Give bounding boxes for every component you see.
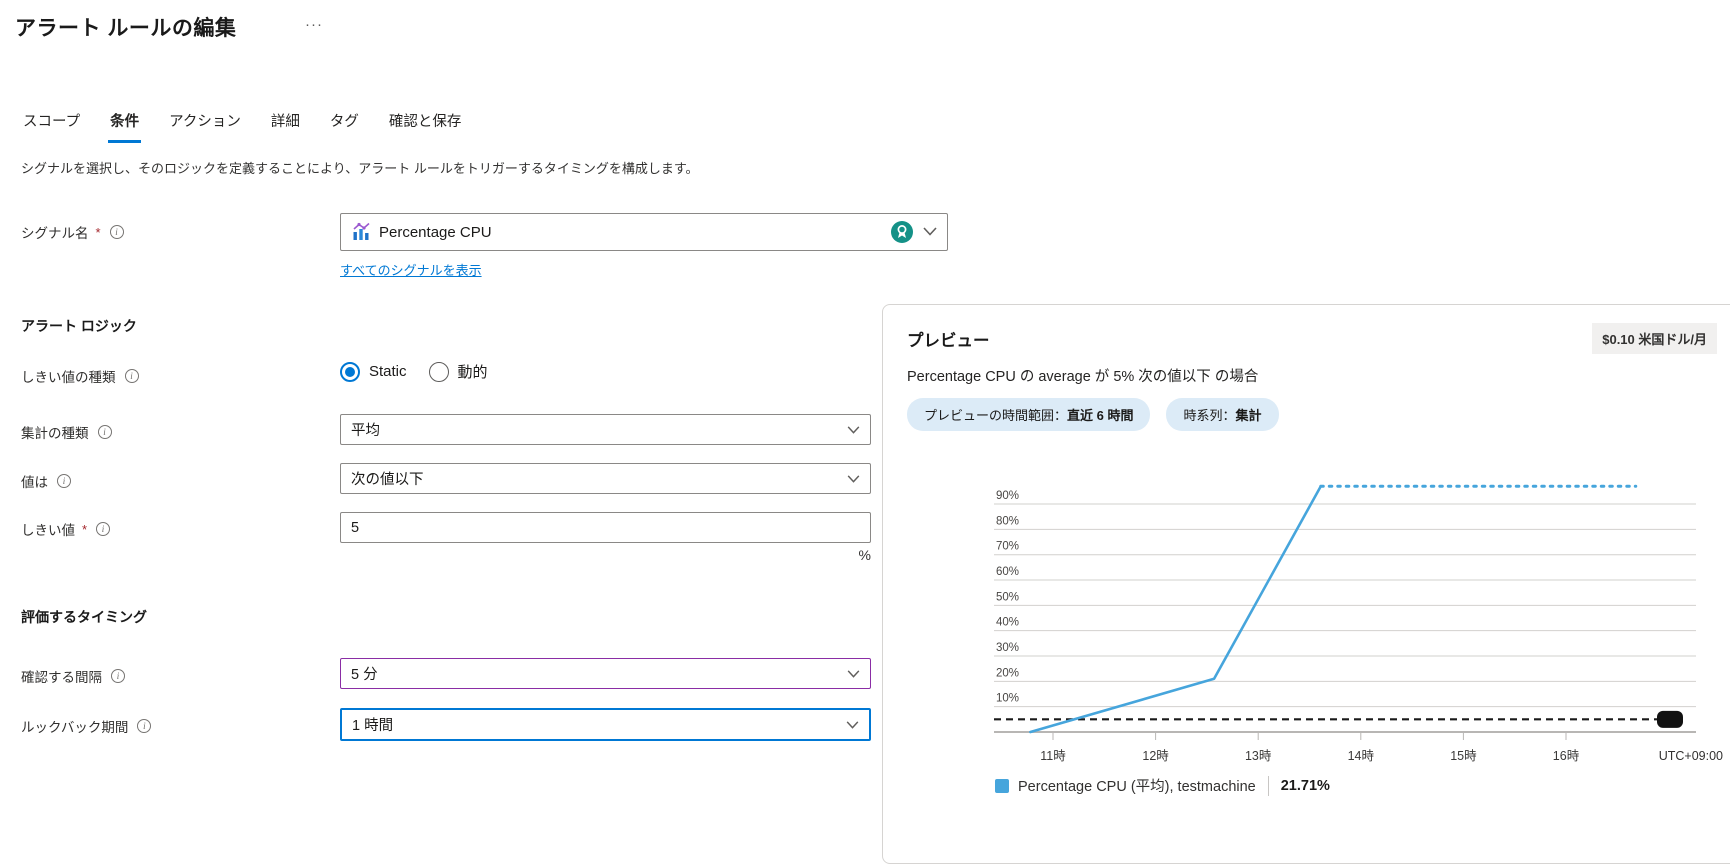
svg-text:16時: 16時	[1553, 749, 1580, 763]
svg-text:20%: 20%	[996, 667, 1019, 679]
chevron-down-icon[interactable]	[923, 224, 937, 240]
svg-text:50%: 50%	[996, 591, 1019, 603]
operator-dropdown[interactable]: 次の値以下	[340, 463, 871, 494]
info-icon[interactable]: i	[110, 225, 124, 239]
preview-pills: プレビューの時間範囲：直近 6 時間 時系列：集計	[907, 398, 1279, 431]
svg-text:12時: 12時	[1142, 749, 1169, 763]
chevron-down-icon	[847, 471, 860, 487]
tab-scope[interactable]: スコープ	[21, 106, 82, 143]
show-all-signals-link[interactable]: すべてのシグナルを表示	[340, 260, 482, 279]
chart-legend: Percentage CPU (平均), testmachine 21.71%	[995, 775, 1330, 796]
alert-logic-heading: アラート ロジック	[21, 316, 137, 336]
svg-text:70%: 70%	[996, 541, 1019, 553]
signal-name-value: Percentage CPU	[379, 224, 881, 241]
info-icon[interactable]: i	[57, 474, 71, 488]
svg-text:80%: 80%	[996, 515, 1019, 527]
svg-text:40%: 40%	[996, 617, 1019, 629]
svg-text:60%: 60%	[996, 566, 1019, 578]
lookback-dropdown[interactable]: 1 時間	[340, 708, 871, 741]
legend-color-swatch	[995, 779, 1009, 793]
evaluation-heading: 評価するタイミング	[21, 607, 147, 627]
threshold-type-label: しきい値の種類 i	[21, 366, 139, 386]
legend-series-label: Percentage CPU (平均), testmachine	[1018, 775, 1256, 796]
radio-dynamic[interactable]: 動的	[429, 361, 488, 382]
operator-label: 値は i	[21, 471, 71, 491]
svg-text:90%: 90%	[996, 490, 1019, 502]
preview-card: プレビュー $0.10 米国ドル/月 Percentage CPU の aver…	[882, 304, 1730, 864]
aggregation-dropdown[interactable]: 平均	[340, 414, 871, 445]
svg-text:14時: 14時	[1348, 749, 1375, 763]
signal-name-label: シグナル名* i	[21, 222, 124, 242]
cost-badge: $0.10 米国ドル/月	[1592, 323, 1717, 354]
time-series-pill: 時系列：集計	[1166, 398, 1278, 431]
page-title: アラート ルールの編集	[15, 12, 236, 42]
tab-actions[interactable]: アクション	[167, 106, 243, 143]
svg-text:11時: 11時	[1040, 749, 1066, 763]
frequency-dropdown[interactable]: 5 分	[340, 658, 871, 689]
aggregation-label: 集計の種類 i	[21, 422, 112, 442]
page-description: シグナルを選択し、そのロジックを定義することにより、アラート ルールをトリガーす…	[21, 158, 699, 177]
threshold-type-radiogroup: Static 動的	[340, 361, 488, 382]
preview-heading: プレビュー	[907, 327, 990, 351]
svg-text:30%: 30%	[996, 642, 1019, 654]
tab-bar: スコープ 条件 アクション 詳細 タグ 確認と保存	[21, 106, 463, 143]
svg-text:15時: 15時	[1450, 749, 1477, 763]
signal-name-combobox[interactable]: Percentage CPU	[340, 213, 948, 251]
radio-unselected-icon	[429, 362, 449, 382]
signal-badge-icon	[889, 219, 915, 245]
threshold-value-label: しきい値* i	[21, 519, 110, 539]
threshold-unit: %	[340, 547, 871, 563]
svg-text:UTC+09:00: UTC+09:00	[1659, 749, 1723, 763]
lookback-label: ルックバック期間 i	[21, 716, 151, 736]
tab-tags[interactable]: タグ	[328, 106, 361, 143]
chevron-down-icon	[847, 666, 860, 682]
threshold-handle[interactable]	[1657, 711, 1683, 728]
info-icon[interactable]: i	[111, 669, 125, 683]
more-options-button[interactable]: ···	[305, 16, 323, 33]
chevron-down-icon	[846, 717, 859, 733]
frequency-label: 確認する間隔 i	[21, 666, 125, 686]
tab-condition[interactable]: 条件	[108, 106, 141, 143]
radio-selected-icon	[340, 362, 360, 382]
legend-divider	[1268, 776, 1269, 796]
time-range-pill: プレビューの時間範囲：直近 6 時間	[907, 398, 1150, 431]
svg-text:13時: 13時	[1245, 749, 1272, 763]
metric-chart-icon	[351, 222, 371, 242]
radio-static[interactable]: Static	[340, 362, 407, 382]
chevron-down-icon	[847, 422, 860, 438]
svg-text:10%: 10%	[996, 693, 1019, 705]
preview-condition-text: Percentage CPU の average が 5% 次の値以下 の場合	[907, 365, 1258, 386]
legend-current-value: 21.71%	[1281, 778, 1330, 794]
threshold-value-input[interactable]: 5	[340, 512, 871, 543]
info-icon[interactable]: i	[137, 719, 151, 733]
info-icon[interactable]: i	[125, 369, 139, 383]
info-icon[interactable]: i	[98, 425, 112, 439]
tab-details[interactable]: 詳細	[269, 106, 302, 143]
preview-chart: 10% 20% 30% 40% 50% 60% 70% 80% 90% 11時 12時 13時 14時 1…	[981, 447, 1730, 769]
tab-review-save[interactable]: 確認と保存	[387, 106, 464, 143]
info-icon[interactable]: i	[96, 522, 110, 536]
